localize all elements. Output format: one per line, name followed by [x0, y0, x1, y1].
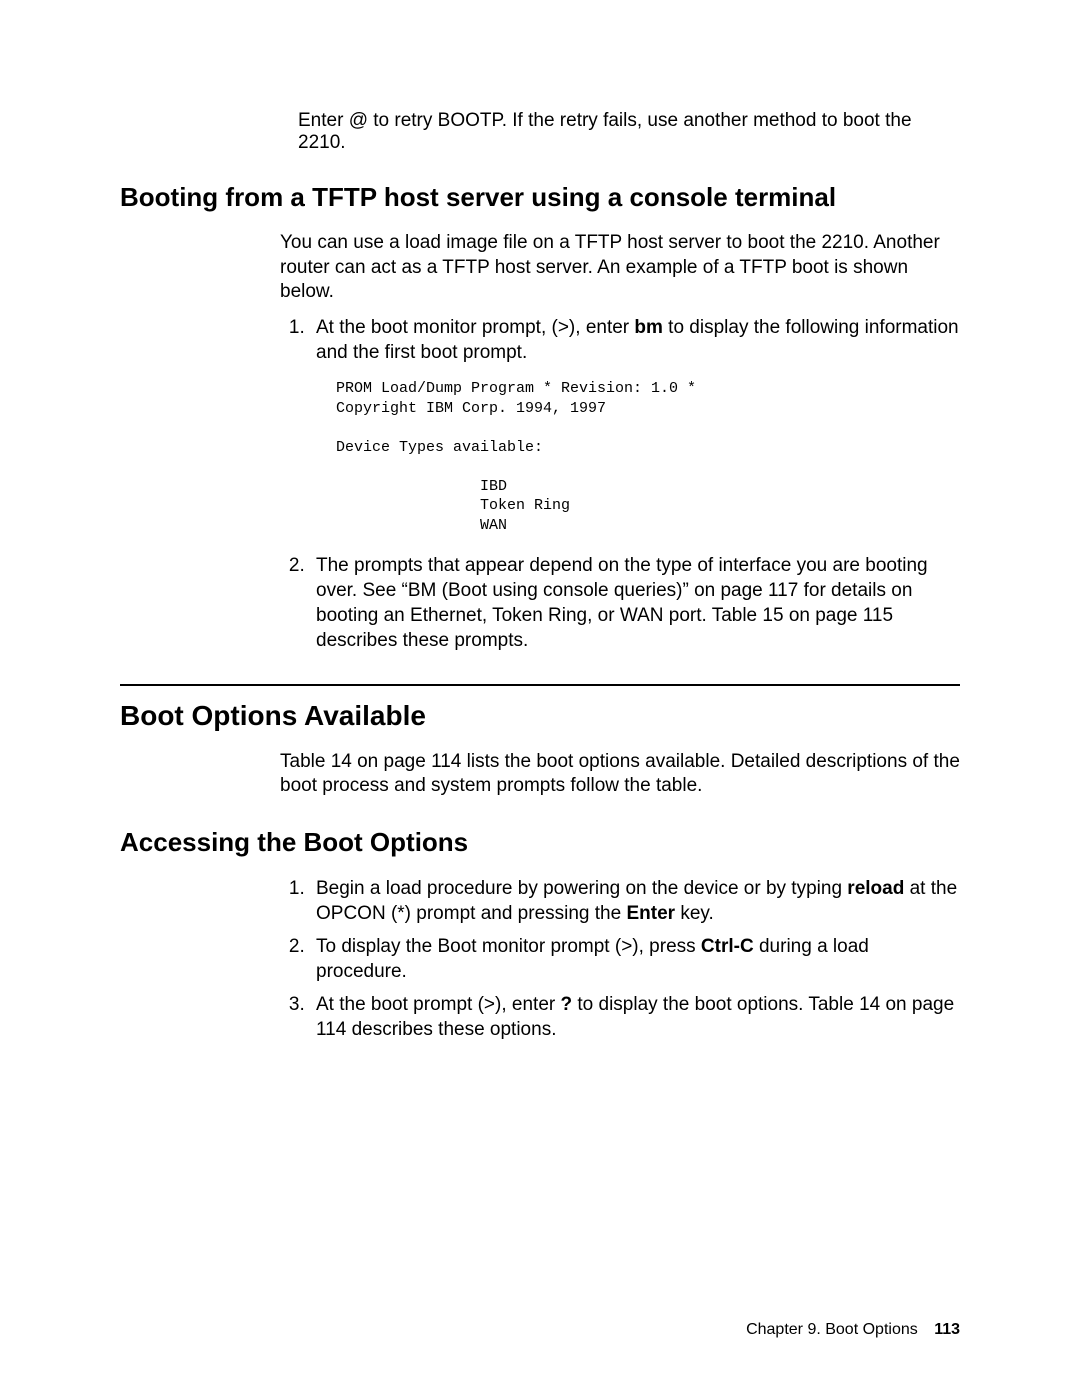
- text-fragment: key.: [675, 903, 714, 924]
- page-footer: Chapter 9. Boot Options 113: [746, 1321, 960, 1339]
- text-fragment: The prompts that appear depend on the ty…: [316, 555, 928, 651]
- text-fragment: Begin a load procedure by powering on th…: [316, 878, 847, 899]
- code-block: PROM Load/Dump Program * Revision: 1.0 *…: [336, 379, 960, 535]
- section3-list: Begin a load procedure by powering on th…: [280, 876, 960, 1042]
- section1-paragraph: You can use a load image file on a TFTP …: [280, 231, 960, 305]
- list-item: Begin a load procedure by powering on th…: [310, 876, 960, 926]
- list-item: At the boot prompt (>), enter ? to displ…: [310, 992, 960, 1042]
- bold-key: Ctrl-C: [701, 936, 754, 957]
- page-number: 113: [934, 1321, 960, 1338]
- bold-command: reload: [847, 878, 904, 899]
- section-divider: [120, 684, 960, 686]
- section-heading-tftp: Booting from a TFTP host server using a …: [120, 182, 960, 213]
- chapter-label: Chapter 9. Boot Options: [746, 1321, 918, 1338]
- bold-command: bm: [634, 317, 663, 338]
- section1-list: At the boot monitor prompt, (>), enter b…: [280, 315, 960, 653]
- bold-command: ?: [561, 994, 573, 1015]
- list-item: The prompts that appear depend on the ty…: [310, 553, 960, 653]
- section2-paragraph: Table 14 on page 114 lists the boot opti…: [280, 750, 960, 799]
- section-heading-boot-options: Boot Options Available: [120, 700, 960, 732]
- bold-key: Enter: [626, 903, 675, 924]
- intro-text: Enter @ to retry BOOTP. If the retry fai…: [298, 110, 960, 154]
- text-fragment: At the boot monitor prompt, (>), enter: [316, 317, 634, 338]
- list-item: At the boot monitor prompt, (>), enter b…: [310, 315, 960, 535]
- list-item: To display the Boot monitor prompt (>), …: [310, 934, 960, 984]
- text-fragment: To display the Boot monitor prompt (>), …: [316, 936, 701, 957]
- section-heading-accessing: Accessing the Boot Options: [120, 827, 960, 858]
- text-fragment: At the boot prompt (>), enter: [316, 994, 561, 1015]
- page: Enter @ to retry BOOTP. If the retry fai…: [0, 0, 1080, 1397]
